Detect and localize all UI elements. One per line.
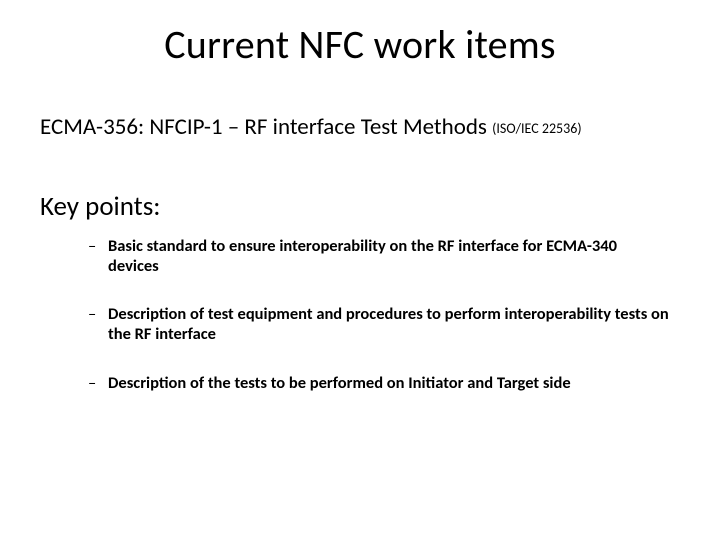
slide-title: Current NFC work items [0,20,720,69]
subtitle-suffix: (ISO/IEC 22536) [492,120,581,137]
bullet-list: Basic standard to ensure interoperabilit… [88,236,670,421]
list-item: Description of test equipment and proced… [88,304,670,344]
slide-subtitle: ECMA-356: NFCIP-1 – RF interface Test Me… [40,113,582,141]
list-item: Basic standard to ensure interoperabilit… [88,236,670,276]
list-item: Description of the tests to be performed… [88,373,670,393]
subtitle-main: ECMA-356: NFCIP-1 – RF interface Test Me… [40,113,492,141]
section-heading: Key points: [40,190,161,223]
slide: Current NFC work items ECMA-356: NFCIP-1… [0,0,720,540]
